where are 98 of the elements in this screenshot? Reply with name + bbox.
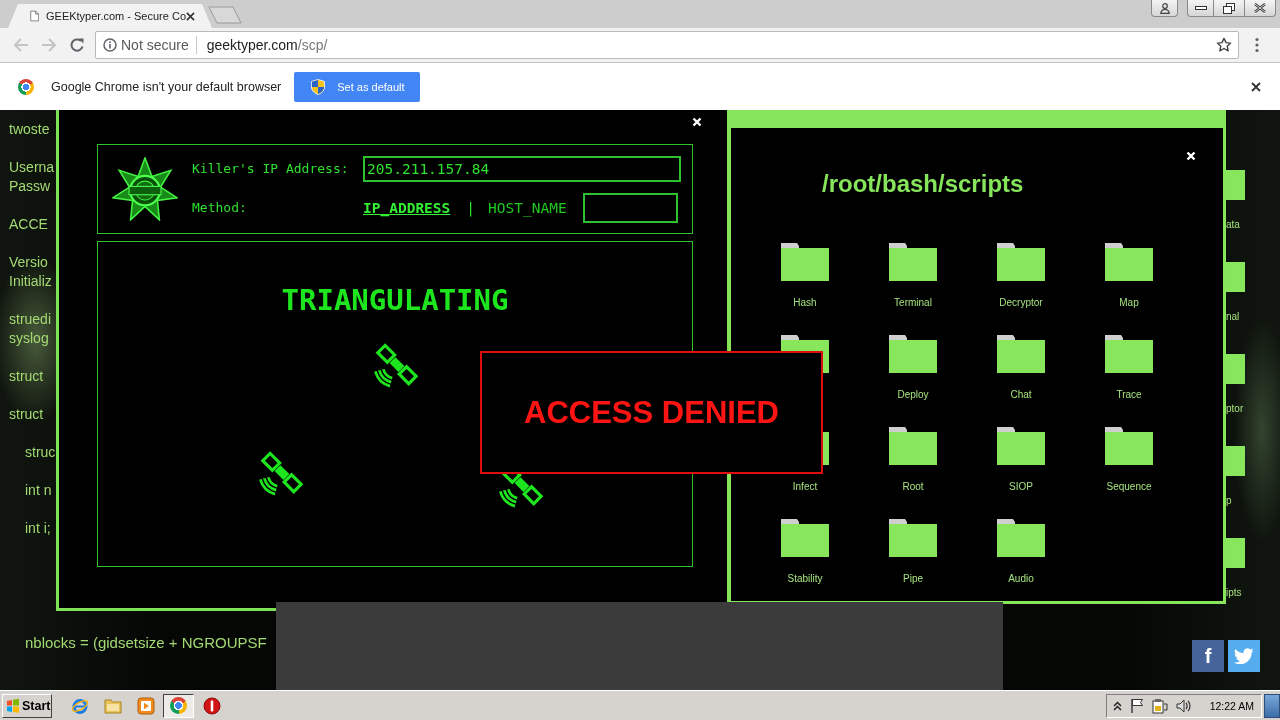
folder-label: Sequence (1106, 481, 1152, 493)
shield-icon (311, 78, 326, 95)
code-line: struc (25, 443, 56, 462)
four-pane-flag-icon (6, 698, 20, 713)
forward-arrow-icon (41, 37, 57, 53)
folder-label: Hash (793, 297, 817, 309)
folder-label: Audio (1008, 573, 1034, 585)
folder-label: ipts (1226, 587, 1242, 599)
folder-icon (103, 697, 122, 714)
folder-label: Map (1119, 297, 1139, 309)
clock-text[interactable]: 12:22 AM (1209, 699, 1254, 712)
code-line: Userna (9, 158, 55, 177)
code-line: struct (9, 405, 44, 424)
method-option[interactable]: IP_ADDRESS (363, 199, 451, 216)
code-line: int n (25, 481, 52, 500)
folder-label: Pipe (903, 573, 923, 585)
ip-address-field[interactable]: 205.211.157.84 (363, 155, 681, 182)
folder-icon[interactable] (889, 519, 937, 557)
battery-icon[interactable] (1151, 697, 1168, 714)
reload-icon (69, 37, 85, 53)
folder-label: Stability (787, 573, 823, 585)
folder-label: Infect (792, 481, 818, 493)
folder-label: Root (902, 481, 924, 493)
star-badge-icon (112, 157, 178, 221)
browser-logo-icon (18, 78, 34, 95)
folder-icon[interactable] (781, 243, 829, 281)
folder-label: ptor (1226, 403, 1244, 415)
folder-label: ata (1226, 219, 1240, 231)
folder-icon[interactable] (997, 335, 1045, 373)
start-button[interactable]: Start (2, 693, 52, 718)
bookmark-star-icon[interactable] (1216, 37, 1232, 53)
restore-button[interactable] (1214, 0, 1245, 17)
code-line: syslog (9, 329, 49, 348)
folder-label: Trace (1116, 389, 1142, 401)
close-icon (1254, 3, 1266, 13)
taskbar-button[interactable] (163, 693, 194, 718)
access-denied-dialog: ACCESS DENIED (480, 351, 823, 474)
code-line: int i; (25, 519, 51, 538)
status-heading: TRIANGULATING (281, 283, 509, 317)
ring-logo-icon (70, 696, 89, 715)
code-line: Versio (9, 253, 48, 272)
folder-label: p (1226, 495, 1232, 507)
close-icon[interactable] (1251, 81, 1261, 92)
folder-icon[interactable] (781, 519, 829, 557)
info-icon (103, 38, 117, 52)
close-icon[interactable] (186, 11, 195, 21)
folder-icon[interactable] (1105, 427, 1153, 465)
minimize-button[interactable] (1187, 0, 1214, 17)
share-button[interactable]: f (1192, 640, 1224, 672)
minimize-icon (1194, 6, 1207, 10)
folder-icon[interactable] (997, 243, 1045, 281)
scripts-title: /root/bash/scripts (822, 170, 1024, 198)
profile-button[interactable] (1151, 0, 1178, 17)
method-label: Method: (192, 200, 247, 215)
code-line: Initializ (9, 272, 52, 291)
page-icon (30, 9, 39, 23)
code-line: twoste (9, 120, 50, 139)
close-button[interactable] (1245, 0, 1276, 17)
folder-label: Terminal (894, 297, 932, 309)
ip-address-label: Killer's IP Address: (192, 161, 349, 176)
folder-label: Deploy (897, 389, 929, 401)
flag-icon[interactable] (1129, 698, 1144, 713)
folder-icon[interactable] (997, 427, 1045, 465)
back-arrow-icon (13, 37, 29, 53)
code-line: Passw (9, 177, 51, 196)
folder-label: SIOP (1009, 481, 1033, 493)
code-line: ACCE (9, 215, 48, 234)
chevron-up-icon[interactable] (1112, 700, 1122, 711)
folder-icon[interactable] (1105, 335, 1153, 373)
folder-icon[interactable] (889, 427, 937, 465)
restore-icon (1223, 2, 1235, 14)
set-default-button[interactable]: Set as default (294, 71, 421, 102)
bird-icon (1234, 648, 1254, 664)
security-label: Not secure (121, 37, 189, 53)
speaker-icon[interactable] (1175, 697, 1192, 714)
show-desktop-button[interactable] (1264, 693, 1280, 718)
infobar-message: Google Chrome isn't your default browser (51, 79, 282, 94)
host-name-field[interactable] (582, 192, 678, 223)
browser-logo-icon (170, 697, 187, 714)
method-option[interactable]: HOST_NAME (488, 199, 567, 216)
play-icon (136, 696, 155, 715)
code-line: struct (9, 367, 44, 386)
code-line: struedi (9, 310, 52, 329)
folder-icon[interactable] (1105, 243, 1153, 281)
folder-label: Decryptor (999, 297, 1043, 309)
method-separator: | (466, 199, 476, 216)
address-bar[interactable]: Not secure geektyper.com/scp/ (95, 31, 1239, 59)
alert-circle-icon (202, 696, 221, 715)
menu-icon (1255, 37, 1259, 53)
folder-label: Chat (1010, 389, 1032, 401)
folder-label: nal (1226, 311, 1240, 323)
browser-tab[interactable]: GEEKtyper.com - Secure Co (8, 4, 212, 28)
folder-icon[interactable] (889, 243, 937, 281)
folder-icon[interactable] (889, 335, 937, 373)
folder-icon[interactable] (997, 519, 1045, 557)
person-icon (1159, 2, 1170, 14)
url-text: geektyper.com/scp/ (206, 37, 328, 53)
code-line: nblocks = (gidsetsize + NGROUPSF (25, 633, 267, 652)
